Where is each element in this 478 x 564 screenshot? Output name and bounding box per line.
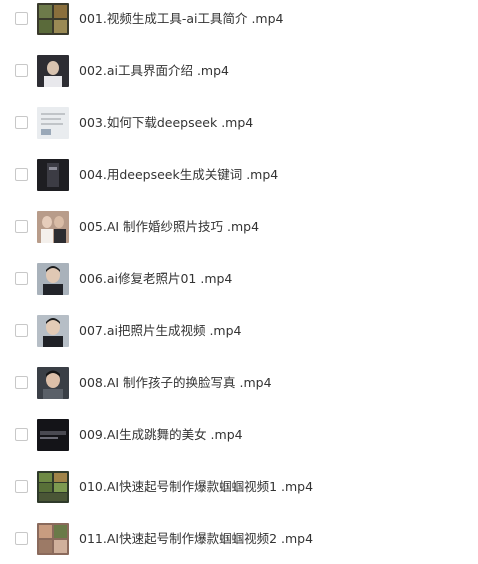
file-name[interactable]: 005.AI 制作婚纱照片技巧 .mp4 <box>79 218 259 236</box>
file-name[interactable]: 004.用deepseek生成关键词 .mp4 <box>79 166 278 184</box>
video-thumbnail-dark-icon[interactable] <box>37 159 69 191</box>
file-row[interactable]: 006.ai修复老照片01 .mp4 <box>0 260 478 300</box>
row-checkbox[interactable] <box>15 272 28 285</box>
file-list: 001.视频生成工具-ai工具简介 .mp4 002.ai工具界面介绍 .mp4… <box>0 0 478 564</box>
video-thumbnail-dark-icon[interactable] <box>37 419 69 451</box>
video-thumbnail-grid-icon[interactable] <box>37 471 69 503</box>
file-name[interactable]: 001.视频生成工具-ai工具简介 .mp4 <box>79 10 284 28</box>
row-checkbox[interactable] <box>15 480 28 493</box>
file-row[interactable]: 008.AI 制作孩子的换脸写真 .mp4 <box>0 364 478 404</box>
video-thumbnail-portrait-icon[interactable] <box>37 367 69 399</box>
file-row[interactable]: 002.ai工具界面介绍 .mp4 <box>0 52 478 92</box>
row-checkbox[interactable] <box>15 428 28 441</box>
video-thumbnail-grid-icon[interactable] <box>37 523 69 555</box>
video-thumbnail-grid-icon[interactable] <box>37 3 69 35</box>
row-checkbox[interactable] <box>15 116 28 129</box>
file-row[interactable]: 009.AI生成跳舞的美女 .mp4 <box>0 416 478 456</box>
file-row[interactable]: 011.AI快速起号制作爆款蝈蝈视频2 .mp4 <box>0 520 478 560</box>
file-name[interactable]: 010.AI快速起号制作爆款蝈蝈视频1 .mp4 <box>79 478 313 496</box>
video-thumbnail-document-icon[interactable] <box>37 107 69 139</box>
row-checkbox[interactable] <box>15 12 28 25</box>
file-name[interactable]: 009.AI生成跳舞的美女 .mp4 <box>79 426 243 444</box>
file-row[interactable]: 003.如何下载deepseek .mp4 <box>0 104 478 144</box>
row-checkbox[interactable] <box>15 64 28 77</box>
video-thumbnail-portrait-icon[interactable] <box>37 55 69 87</box>
file-name[interactable]: 002.ai工具界面介绍 .mp4 <box>79 62 229 80</box>
row-checkbox[interactable] <box>15 168 28 181</box>
file-name[interactable]: 011.AI快速起号制作爆款蝈蝈视频2 .mp4 <box>79 530 313 548</box>
video-thumbnail-wedding-icon[interactable] <box>37 211 69 243</box>
file-row[interactable]: 005.AI 制作婚纱照片技巧 .mp4 <box>0 208 478 248</box>
video-thumbnail-portrait-icon[interactable] <box>37 263 69 295</box>
file-name[interactable]: 003.如何下载deepseek .mp4 <box>79 114 253 132</box>
file-name[interactable]: 007.ai把照片生成视频 .mp4 <box>79 322 241 340</box>
file-name[interactable]: 008.AI 制作孩子的换脸写真 .mp4 <box>79 374 272 392</box>
row-checkbox[interactable] <box>15 376 28 389</box>
file-name[interactable]: 006.ai修复老照片01 .mp4 <box>79 270 232 288</box>
file-row[interactable]: 007.ai把照片生成视频 .mp4 <box>0 312 478 352</box>
row-checkbox[interactable] <box>15 220 28 233</box>
file-row[interactable]: 010.AI快速起号制作爆款蝈蝈视频1 .mp4 <box>0 468 478 508</box>
file-row[interactable]: 001.视频生成工具-ai工具简介 .mp4 <box>0 0 478 40</box>
row-checkbox[interactable] <box>15 324 28 337</box>
file-row[interactable]: 004.用deepseek生成关键词 .mp4 <box>0 156 478 196</box>
row-checkbox[interactable] <box>15 532 28 545</box>
video-thumbnail-portrait-icon[interactable] <box>37 315 69 347</box>
